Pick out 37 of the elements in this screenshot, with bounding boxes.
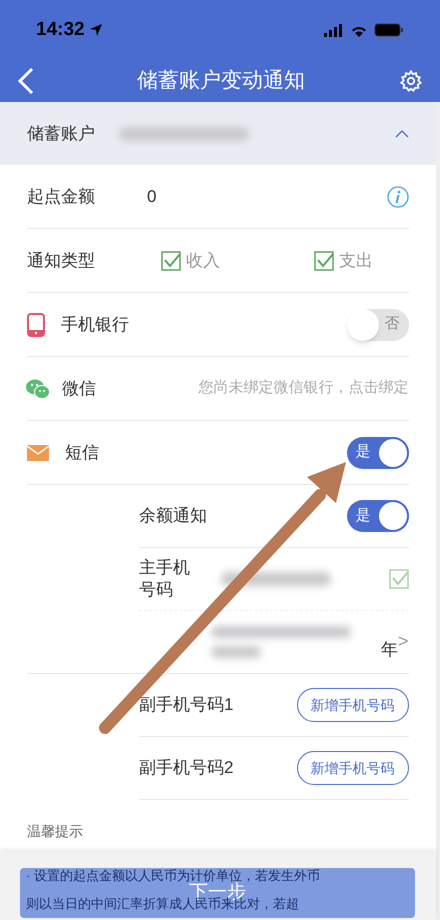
- signal-icon: [324, 24, 344, 36]
- toggle-switch[interactable]: 否: [346, 308, 409, 340]
- checkbox-label: 支出: [339, 250, 373, 272]
- checkbox[interactable]: [314, 250, 334, 270]
- row-label: 手机银行: [61, 314, 130, 336]
- location-arrow-icon: [88, 23, 103, 37]
- row-label: 短信: [65, 442, 100, 464]
- account-bar[interactable]: 储蓄账户: [0, 102, 436, 165]
- row-label: 微信: [62, 378, 97, 400]
- battery-icon: [374, 23, 404, 37]
- tip-text: · 设置的起点金额以人民币为计价单位，若发生外币: [26, 867, 321, 883]
- date-suffix: 年: [381, 639, 398, 661]
- status-time: 14:32: [36, 18, 85, 42]
- page-title: 储蓄账户变动通知: [137, 68, 305, 94]
- chat-bubbles-icon: [26, 378, 50, 398]
- checkbox[interactable]: [388, 568, 409, 589]
- row-label: 余额通知: [139, 505, 207, 528]
- row-label: 主手机号码: [139, 556, 191, 601]
- settings-icon[interactable]: [400, 70, 422, 92]
- tips-title: 温馨提示: [27, 823, 83, 839]
- blurred-redaction: [211, 646, 261, 658]
- add-phone-button[interactable]: 新增手机号码: [296, 688, 409, 722]
- checkbox-label: 收入: [186, 250, 220, 272]
- account-label: 储蓄账户: [27, 122, 95, 145]
- row-label: 副手机号码2: [139, 757, 234, 780]
- toggle-switch[interactable]: 是: [346, 500, 409, 532]
- row-label: 副手机号码1: [139, 694, 234, 716]
- phone-icon: [27, 312, 45, 336]
- row-label: 起点金额: [27, 186, 96, 208]
- amount-value: 0: [147, 186, 158, 208]
- row-label: 通知类型: [27, 250, 96, 272]
- info-icon[interactable]: [386, 186, 409, 208]
- toggle-switch[interactable]: 是: [346, 436, 409, 468]
- envelope-icon: [27, 444, 49, 460]
- chevron-right[interactable]: >: [398, 628, 409, 656]
- checkbox[interactable]: [161, 250, 181, 270]
- add-phone-button[interactable]: 新增手机号码: [296, 751, 409, 785]
